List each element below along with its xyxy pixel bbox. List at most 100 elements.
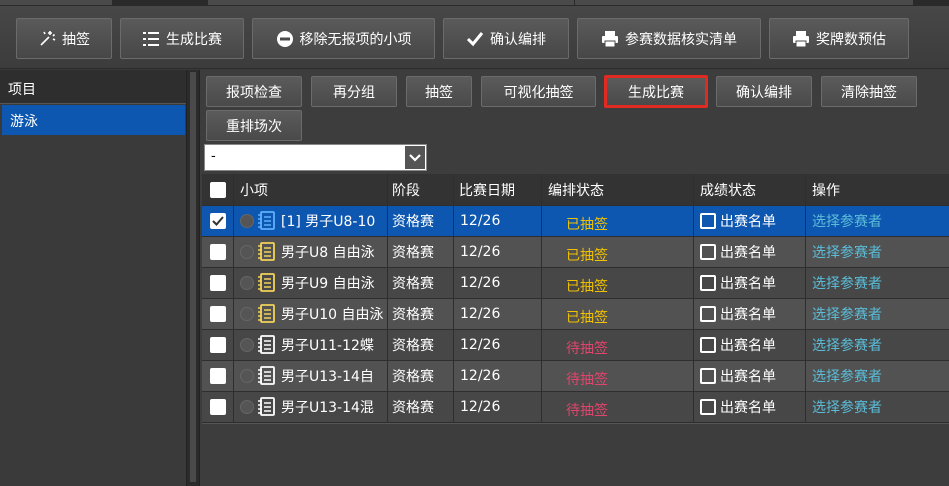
tree-header: 项目 (0, 70, 186, 104)
header-checkbox-cell (202, 174, 234, 205)
check-icon (211, 216, 224, 226)
table-row[interactable]: [1] 男子U8-10 资格赛 12/26 已抽签 出赛名单 选择参赛者 (202, 206, 949, 237)
result-status-cell[interactable]: 出赛名单 (694, 361, 806, 391)
table-header-row: 小项 阶段 比赛日期 编排状态 成绩状态 操作 (202, 174, 949, 206)
row-checkbox[interactable] (209, 368, 226, 384)
schedule-status-cell: 已抽签 (542, 268, 694, 298)
result-status-label: 出赛名单 (720, 400, 776, 416)
table-row[interactable]: 男子U11-12蝶 资格赛 12/26 待抽签 出赛名单 选择参赛者 (202, 330, 949, 361)
result-status-cell[interactable]: 出赛名单 (694, 299, 806, 329)
select-participants-link[interactable]: 选择参赛者 (806, 392, 949, 422)
scrollbar-thumb[interactable] (190, 72, 196, 482)
date-cell: 12/26 (454, 237, 542, 267)
sub-generate-match-button[interactable]: 生成比赛 (604, 75, 708, 108)
schedule-status-cell: 待抽签 (542, 361, 694, 391)
result-status-cell[interactable]: 出赛名单 (694, 206, 806, 236)
row-checkbox-cell (202, 330, 234, 360)
verify-list-button[interactable]: 参赛数据核实清单 (577, 18, 761, 59)
filter-select-value: - (211, 149, 216, 164)
result-status-cell[interactable]: 出赛名单 (694, 392, 806, 422)
sub-draw-button[interactable]: 抽签 (406, 76, 472, 107)
left-panel-scrollbar[interactable] (186, 70, 200, 486)
table-row[interactable]: 男子U13-14混 资格赛 12/26 待抽签 出赛名单 选择参赛者 (202, 392, 949, 423)
row-checkbox[interactable] (209, 244, 226, 260)
table-row[interactable]: 男子U8 自由泳 资格赛 12/26 已抽签 出赛名单 选择参赛者 (202, 237, 949, 268)
row-checkbox[interactable] (209, 399, 226, 415)
table-row[interactable]: 男子U13-14自 资格赛 12/26 待抽签 出赛名单 选择参赛者 (202, 361, 949, 392)
confirm-schedule-button-label: 确认编排 (490, 31, 546, 48)
schedule-panel: 报项检查 再分组 抽签 可视化抽签 生成比赛 确认编排 清除抽签 重排场次 - … (200, 70, 949, 486)
row-checkbox-cell (202, 206, 234, 236)
row-checkbox-cell (202, 299, 234, 329)
header-action: 操作 (812, 182, 840, 199)
notebook-icon (258, 211, 275, 230)
table-row[interactable]: 男子U9 自由泳 资格赛 12/26 已抽签 出赛名单 选择参赛者 (202, 268, 949, 299)
notebook-icon (258, 366, 275, 385)
stage-cell: 资格赛 (388, 361, 454, 391)
select-participants-link[interactable]: 选择参赛者 (806, 268, 949, 298)
stage-cell: 资格赛 (388, 330, 454, 360)
top-tab-segment (444, 0, 574, 5)
date-cell: 12/26 (454, 361, 542, 391)
entry-check-button[interactable]: 报项检查 (206, 76, 302, 107)
minus-circle-icon (276, 30, 293, 47)
printer-icon (602, 30, 618, 47)
top-tab-segment (575, 0, 763, 5)
select-all-checkbox[interactable] (209, 181, 226, 198)
radio-dot-icon (240, 400, 254, 414)
confirm-schedule-button[interactable]: 确认编排 (443, 18, 569, 59)
chevron-down-icon[interactable] (405, 146, 425, 169)
select-participants-link[interactable]: 选择参赛者 (806, 361, 949, 391)
filter-select[interactable]: - (204, 144, 427, 171)
tree-item-swimming[interactable]: 游泳 (2, 105, 185, 135)
result-status-cell[interactable]: 出赛名单 (694, 330, 806, 360)
event-name: 男子U10 自由泳 (281, 307, 384, 323)
event-name: [1] 男子U8-10 (281, 214, 376, 230)
radio-dot-icon (240, 369, 254, 383)
result-status-cell[interactable]: 出赛名单 (694, 237, 806, 267)
stage-cell: 资格赛 (388, 392, 454, 422)
result-status-label: 出赛名单 (720, 214, 776, 230)
radio-dot-icon (240, 245, 254, 259)
event-name: 男子U9 自由泳 (281, 276, 375, 292)
medal-estimate-button[interactable]: 奖牌数预估 (769, 18, 909, 59)
event-cell: 男子U9 自由泳 (234, 268, 388, 298)
stage-cell: 资格赛 (388, 299, 454, 329)
select-participants-link[interactable]: 选择参赛者 (806, 206, 949, 236)
sub-confirm-schedule-button[interactable]: 确认编排 (716, 76, 812, 107)
reschedule-button[interactable]: 重排场次 (206, 110, 302, 141)
event-cell: 男子U10 自由泳 (234, 299, 388, 329)
generate-match-button[interactable]: 生成比赛 (120, 18, 244, 59)
draw-button[interactable]: 抽签 (16, 18, 112, 59)
regroup-button[interactable]: 再分组 (311, 76, 397, 107)
select-participants-link[interactable]: 选择参赛者 (806, 237, 949, 267)
header-event: 小项 (234, 174, 388, 205)
visual-draw-button[interactable]: 可视化抽签 (481, 76, 596, 107)
schedule-status-cell: 待抽签 (542, 392, 694, 422)
select-participants-link[interactable]: 选择参赛者 (806, 330, 949, 360)
main-toolbar: 抽签 生成比赛 移除无报项的小项 确认编排 参赛数据核实清单 奖牌数预估 (0, 6, 949, 69)
event-tree-panel: 项目 游泳 (0, 70, 186, 486)
select-participants-link[interactable]: 选择参赛者 (806, 299, 949, 329)
notebook-icon (258, 273, 275, 292)
row-checkbox[interactable] (209, 337, 226, 353)
result-status-cell[interactable]: 出赛名单 (694, 268, 806, 298)
schedule-status-cell: 已抽签 (542, 206, 694, 236)
event-name: 男子U13-14自 (281, 369, 374, 385)
clear-draw-button[interactable]: 清除抽签 (821, 76, 917, 107)
row-checkbox[interactable] (209, 306, 226, 322)
radio-dot-icon (240, 214, 254, 228)
row-checkbox[interactable] (209, 275, 226, 291)
row-checkbox[interactable] (209, 213, 226, 229)
schedule-status-cell: 已抽签 (542, 237, 694, 267)
square-outline-icon (700, 213, 716, 229)
square-outline-icon (700, 337, 716, 353)
result-status-label: 出赛名单 (720, 369, 776, 385)
row-checkbox-cell (202, 237, 234, 267)
table-row[interactable]: 男子U10 自由泳 资格赛 12/26 已抽签 出赛名单 选择参赛者 (202, 299, 949, 330)
date-cell: 12/26 (454, 268, 542, 298)
event-name: 男子U13-14混 (281, 400, 374, 416)
verify-list-button-label: 参赛数据核实清单 (625, 31, 737, 48)
schedule-status-cell: 已抽签 (542, 299, 694, 329)
remove-empty-events-button[interactable]: 移除无报项的小项 (252, 18, 435, 59)
